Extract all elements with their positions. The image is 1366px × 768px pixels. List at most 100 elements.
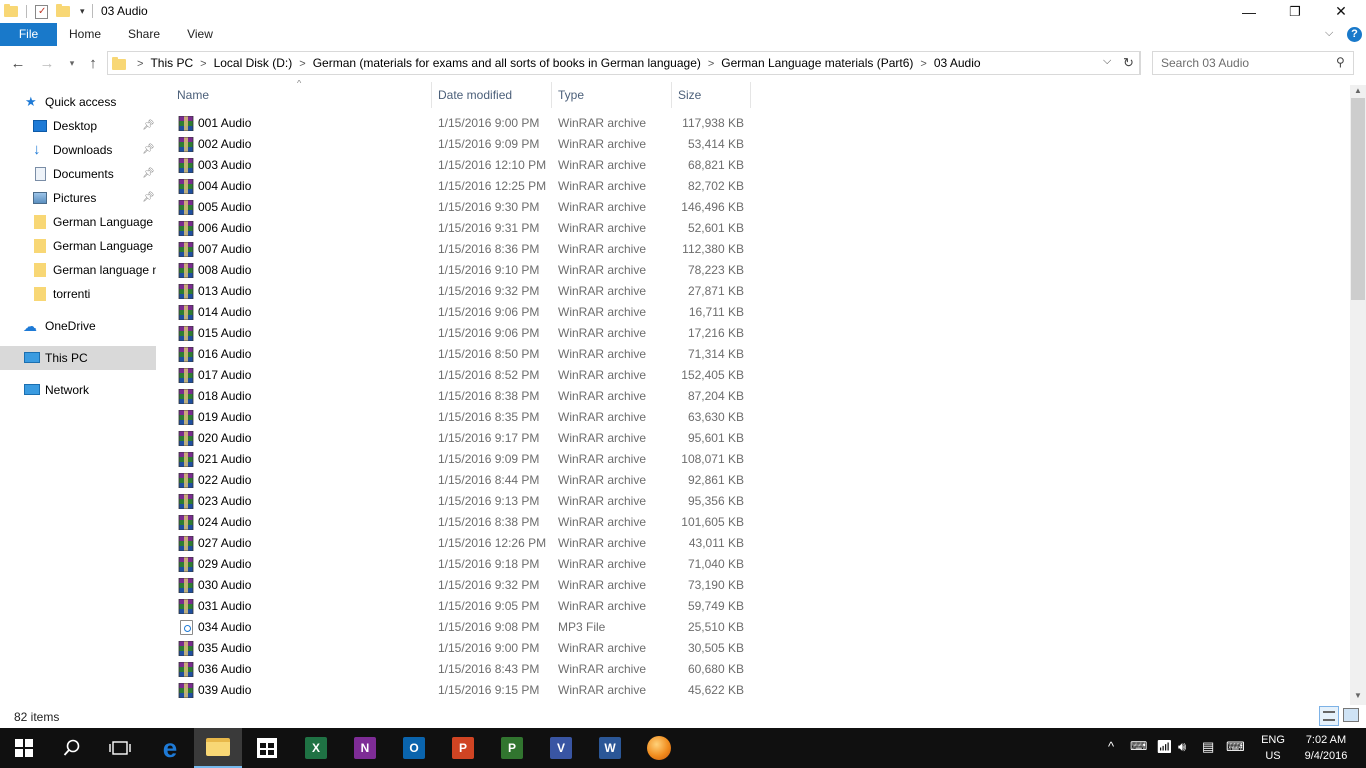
nav-item-folder[interactable]: torrenti — [0, 282, 156, 306]
nav-item-folder[interactable]: German language n — [0, 258, 156, 282]
expand-ribbon-icon[interactable]: ⌵ — [1325, 27, 1333, 40]
nav-network[interactable]: Network — [0, 378, 156, 402]
file-row[interactable]: 007 Audio 1/15/2016 8:36 PM WinRAR archive… — [160, 239, 760, 260]
file-row[interactable]: 035 Audio 1/15/2016 9:00 PM WinRAR archive… — [160, 638, 760, 659]
breadcrumb-german-materials[interactable]: German (materials for exams and all sort… — [313, 56, 701, 70]
file-row[interactable]: 004 Audio 1/15/2016 12:25 PM WinRAR archiv… — [160, 176, 760, 197]
touch-keyboard-icon[interactable]: ⌨ — [1226, 739, 1245, 755]
file-row[interactable]: 021 Audio 1/15/2016 9:09 PM WinRAR archive… — [160, 449, 760, 470]
input-method-icon[interactable]: ⌨ — [1130, 739, 1147, 753]
close-button[interactable]: ✕ — [1318, 0, 1364, 23]
word-app[interactable]: W — [586, 728, 634, 768]
file-row[interactable]: 030 Audio 1/15/2016 9:32 PM WinRAR archive… — [160, 575, 760, 596]
breadcrumb-03-audio[interactable]: 03 Audio — [934, 56, 981, 70]
file-row[interactable]: 002 Audio 1/15/2016 9:09 PM WinRAR archive… — [160, 134, 760, 155]
volume-icon[interactable]: 🔊︎ — [1178, 739, 1186, 755]
task-view-button[interactable] — [96, 728, 144, 768]
pin-icon[interactable]: 📌︎ — [142, 138, 155, 162]
nav-item-folder[interactable]: German Language r — [0, 234, 156, 258]
address-bar[interactable]: > This PC > Local Disk (D:) > German (materia… — [107, 51, 1141, 75]
nav-onedrive[interactable]: ☁ OneDrive — [0, 314, 156, 338]
search-button[interactable] — [48, 728, 96, 768]
up-button[interactable]: ↑ — [83, 53, 103, 73]
new-folder-icon[interactable] — [56, 4, 70, 17]
nav-item-pictures[interactable]: Pictures 📌︎ — [0, 186, 156, 210]
file-row[interactable]: 018 Audio 1/15/2016 8:38 PM WinRAR archive… — [160, 386, 760, 407]
customize-toolbar-icon[interactable]: ▾ — [80, 6, 85, 17]
file-row[interactable]: 016 Audio 1/15/2016 8:50 PM WinRAR archive… — [160, 344, 760, 365]
file-row[interactable]: 001 Audio 1/15/2016 9:00 PM WinRAR archive… — [160, 113, 760, 134]
outlook-app[interactable]: O — [390, 728, 438, 768]
excel-app[interactable]: X — [292, 728, 340, 768]
properties-icon[interactable]: ✓ — [35, 4, 48, 19]
file-row[interactable]: 019 Audio 1/15/2016 8:35 PM WinRAR archive… — [160, 407, 760, 428]
file-row[interactable]: 034 Audio 1/15/2016 9:08 PM MP3 File 25,510… — [160, 617, 760, 638]
large-icons-view-button[interactable] — [1343, 708, 1359, 722]
language-indicator[interactable]: ENG US — [1258, 732, 1288, 764]
file-row[interactable]: 003 Audio 1/15/2016 12:10 PM WinRAR archiv… — [160, 155, 760, 176]
scroll-down-arrow[interactable]: ▼ — [1354, 691, 1362, 700]
store-app[interactable] — [243, 728, 291, 768]
search-input[interactable]: Search 03 Audio — [1161, 56, 1249, 70]
nav-item-desktop[interactable]: Desktop 📌︎ — [0, 114, 156, 138]
breadcrumb-german-language-part6[interactable]: German Language materials (Part6) — [721, 56, 913, 70]
column-type[interactable]: Type — [558, 80, 584, 110]
column-divider[interactable] — [431, 82, 432, 108]
back-button[interactable]: ← — [8, 53, 28, 73]
file-row[interactable]: 039 Audio 1/15/2016 9:15 PM WinRAR archive… — [160, 680, 760, 701]
file-row[interactable]: 024 Audio 1/15/2016 8:38 PM WinRAR archive… — [160, 512, 760, 533]
recent-locations-button[interactable]: ▾ — [62, 53, 82, 73]
tab-file[interactable]: File — [0, 23, 57, 46]
action-center-icon[interactable]: ▤ — [1202, 739, 1214, 755]
file-row[interactable]: 005 Audio 1/15/2016 9:30 PM WinRAR archive… — [160, 197, 760, 218]
project-app[interactable]: P — [488, 728, 536, 768]
search-box[interactable]: Search 03 Audio ⚲ — [1152, 51, 1354, 75]
column-divider[interactable] — [671, 82, 672, 108]
vertical-scrollbar[interactable]: ▲ ▼ — [1350, 85, 1366, 705]
pin-icon[interactable]: 📌︎ — [142, 162, 155, 186]
powerpoint-app[interactable]: P — [439, 728, 487, 768]
nav-item-downloads[interactable]: ↓ Downloads 📌︎ — [0, 138, 156, 162]
column-divider[interactable] — [750, 82, 751, 108]
nav-quick-access[interactable]: ★ Quick access — [0, 90, 156, 114]
tab-view[interactable]: View — [178, 23, 222, 46]
refresh-button[interactable]: ↻ — [1118, 51, 1140, 75]
scrollbar-thumb[interactable] — [1351, 98, 1365, 300]
pin-icon[interactable]: 📌︎ — [142, 186, 155, 210]
wifi-icon[interactable]: 📶︎ — [1156, 739, 1173, 755]
file-row[interactable]: 020 Audio 1/15/2016 9:17 PM WinRAR archive… — [160, 428, 760, 449]
file-row[interactable]: 036 Audio 1/15/2016 8:43 PM WinRAR archive… — [160, 659, 760, 680]
onenote-app[interactable]: N — [341, 728, 389, 768]
tab-home[interactable]: Home — [63, 23, 107, 46]
visio-app[interactable]: V — [537, 728, 585, 768]
help-icon[interactable]: ? — [1347, 27, 1362, 42]
file-row[interactable]: 022 Audio 1/15/2016 8:44 PM WinRAR archive… — [160, 470, 760, 491]
file-row[interactable]: 027 Audio 1/15/2016 12:26 PM WinRAR archiv… — [160, 533, 760, 554]
breadcrumb-local-disk[interactable]: Local Disk (D:) — [214, 56, 293, 70]
show-hidden-icons-icon[interactable]: ^ — [1108, 739, 1114, 754]
file-row[interactable]: 008 Audio 1/15/2016 9:10 PM WinRAR archive… — [160, 260, 760, 281]
file-row[interactable]: 013 Audio 1/15/2016 9:32 PM WinRAR archive… — [160, 281, 760, 302]
tab-share[interactable]: Share — [122, 23, 166, 46]
media-app[interactable] — [635, 728, 683, 768]
details-view-button[interactable] — [1319, 706, 1339, 726]
address-dropdown-icon[interactable]: ⌵ — [1103, 55, 1111, 68]
forward-button[interactable]: → — [37, 53, 57, 73]
edge-app[interactable]: e — [146, 728, 194, 768]
start-button[interactable] — [0, 728, 48, 768]
breadcrumb-this-pc[interactable]: This PC — [150, 56, 193, 70]
restore-button[interactable]: ❐ — [1272, 0, 1318, 23]
column-name[interactable]: Name — [177, 80, 209, 110]
scroll-up-arrow[interactable]: ▲ — [1354, 86, 1362, 95]
file-row[interactable]: 006 Audio 1/15/2016 9:31 PM WinRAR archive… — [160, 218, 760, 239]
file-row[interactable]: 015 Audio 1/15/2016 9:06 PM WinRAR archive… — [160, 323, 760, 344]
file-row[interactable]: 029 Audio 1/15/2016 9:18 PM WinRAR archive… — [160, 554, 760, 575]
file-row[interactable]: 031 Audio 1/15/2016 9:05 PM WinRAR archive… — [160, 596, 760, 617]
file-row[interactable]: 023 Audio 1/15/2016 9:13 PM WinRAR archive… — [160, 491, 760, 512]
minimize-button[interactable]: — — [1226, 0, 1272, 23]
nav-item-folder[interactable]: German Language r — [0, 210, 156, 234]
column-divider[interactable] — [551, 82, 552, 108]
search-icon[interactable]: ⚲ — [1336, 55, 1345, 69]
pin-icon[interactable]: 📌︎ — [142, 114, 155, 138]
file-row[interactable]: 017 Audio 1/15/2016 8:52 PM WinRAR archive… — [160, 365, 760, 386]
